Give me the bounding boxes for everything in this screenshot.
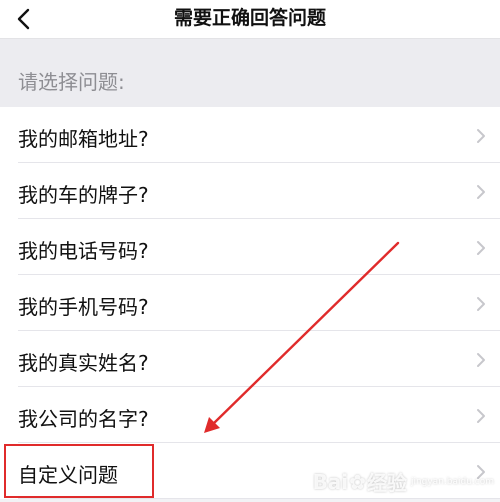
chevron-right-icon: [477, 185, 485, 199]
question-item-car-brand[interactable]: 我的车的牌子?: [0, 163, 500, 219]
question-item-custom[interactable]: 自定义问题: [0, 443, 500, 499]
question-label: 我的邮箱地址?: [18, 127, 149, 151]
question-item-phone[interactable]: 我的电话号码?: [0, 219, 500, 275]
question-item-company[interactable]: 我公司的名字?: [0, 387, 500, 443]
question-label: 自定义问题: [18, 463, 118, 487]
chevron-right-icon: [477, 409, 485, 423]
question-item-email[interactable]: 我的邮箱地址?: [0, 107, 500, 163]
navigation-bar: 需要正确回答问题: [0, 0, 500, 39]
question-list: 我的邮箱地址? 我的车的牌子? 我的电话号码? 我的手机号码? 我的真实姓名? …: [0, 107, 500, 499]
question-item-real-name[interactable]: 我的真实姓名?: [0, 331, 500, 387]
chevron-right-icon: [477, 465, 485, 479]
question-label: 我的手机号码?: [18, 295, 149, 319]
screen: 需要正确回答问题 请选择问题: 我的邮箱地址? 我的车的牌子? 我的电话号码? …: [0, 0, 500, 502]
chevron-right-icon: [477, 241, 485, 255]
question-label: 我的车的牌子?: [18, 183, 149, 207]
chevron-right-icon: [477, 353, 485, 367]
question-item-mobile[interactable]: 我的手机号码?: [0, 275, 500, 331]
page-title: 需要正确回答问题: [173, 7, 326, 29]
question-label: 我公司的名字?: [18, 407, 149, 431]
question-label: 我的真实姓名?: [18, 351, 149, 375]
section-header-label: 请选择问题:: [18, 70, 125, 94]
section-header: 请选择问题:: [0, 39, 500, 107]
question-label: 我的电话号码?: [18, 239, 149, 263]
chevron-right-icon: [477, 297, 485, 311]
chevron-right-icon: [477, 129, 485, 143]
